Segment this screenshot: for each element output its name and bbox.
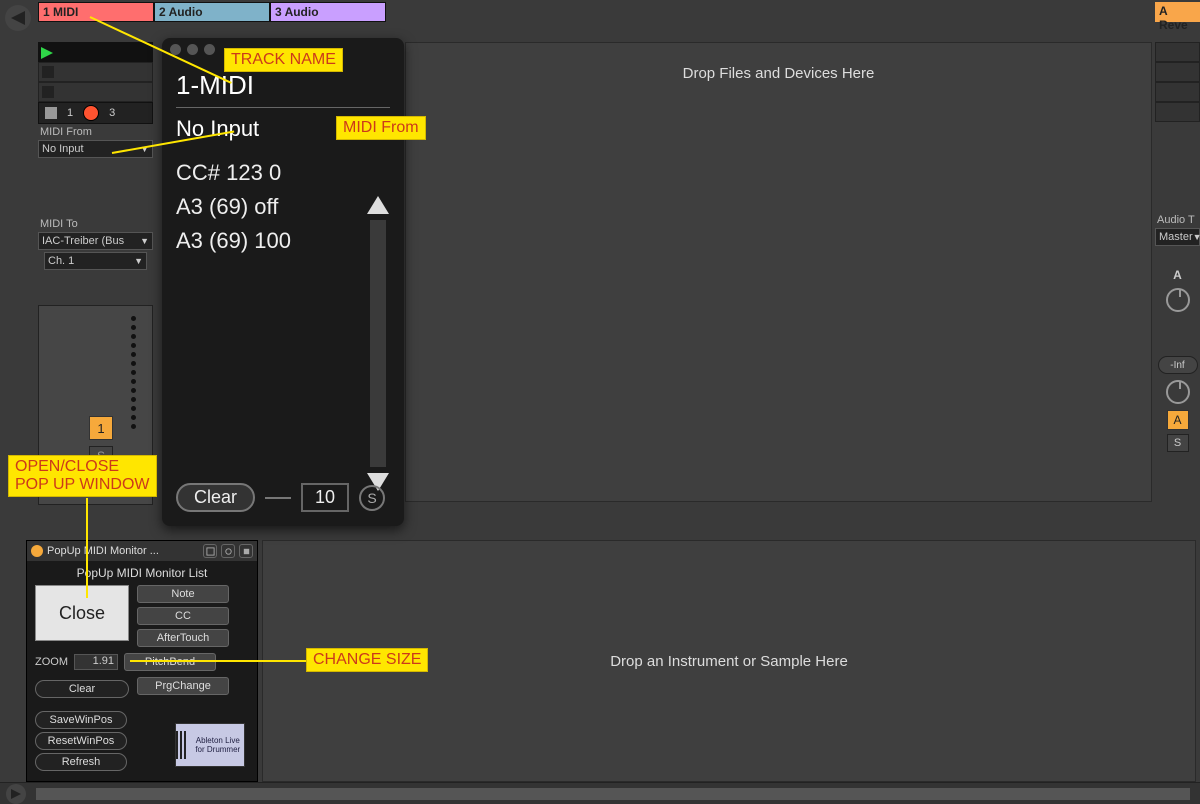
zoom-input[interactable]: 1.91 bbox=[74, 654, 118, 670]
filter-prgchange-button[interactable]: PrgChange bbox=[137, 677, 229, 695]
popup-scrollbar[interactable] bbox=[366, 196, 390, 491]
arrangement-overview[interactable] bbox=[36, 788, 1190, 800]
annotation-midi-from: MIDI From bbox=[336, 116, 426, 140]
device-hot-swap-icon[interactable] bbox=[239, 544, 253, 558]
track-status-left: 1 bbox=[67, 107, 73, 119]
meter-dots bbox=[131, 316, 136, 429]
save-win-pos-button[interactable]: SaveWinPos bbox=[35, 711, 127, 729]
midi-to-label: MIDI To bbox=[38, 216, 153, 232]
device-save-icon[interactable] bbox=[221, 544, 235, 558]
track-tab-2-audio[interactable]: 2 Audio bbox=[154, 2, 270, 22]
audio-to-label: Audio T bbox=[1155, 212, 1200, 228]
filter-pitchbend-button[interactable]: PitchBend bbox=[124, 653, 216, 671]
popup-s-button[interactable]: S bbox=[359, 485, 385, 511]
track-tab-3-audio[interactable]: 3 Audio bbox=[270, 2, 386, 22]
track-activator-button[interactable]: 1 bbox=[89, 416, 113, 440]
popup-clear-button[interactable]: Clear bbox=[176, 483, 255, 512]
send-knob[interactable] bbox=[1166, 288, 1190, 312]
midi-from-label: MIDI From bbox=[38, 124, 153, 140]
filter-cc-button[interactable]: CC bbox=[137, 607, 229, 625]
track-status-row: 1 3 bbox=[38, 102, 153, 124]
return-track-a[interactable]: A Reve bbox=[1155, 2, 1200, 22]
midi-event: A3 (69) 100 bbox=[176, 224, 390, 258]
track-headers: 1 MIDI 2 Audio 3 Audio bbox=[38, 2, 386, 22]
midi-event-list: CC# 123 0 A3 (69) off A3 (69) 100 bbox=[176, 156, 390, 258]
clip-slot[interactable] bbox=[38, 82, 153, 102]
filter-note-button[interactable]: Note bbox=[137, 585, 229, 603]
stop-clip-button[interactable] bbox=[45, 107, 57, 119]
midi-to-dropdown[interactable]: IAC-Treiber (Bus▼ bbox=[38, 232, 153, 250]
audio-to-dropdown[interactable]: Master▼ bbox=[1155, 228, 1200, 246]
session-view-toggle[interactable] bbox=[5, 5, 31, 31]
annotation-open-close: OPEN/CLOSE POP UP WINDOW bbox=[8, 455, 157, 497]
midi-event: CC# 123 0 bbox=[176, 156, 390, 190]
device-subtitle: PopUp MIDI Monitor List bbox=[27, 561, 257, 585]
zoom-label: ZOOM bbox=[35, 656, 68, 668]
arm-record-button[interactable] bbox=[83, 105, 99, 121]
master-track-strip: Audio T Master▼ A -Inf A S bbox=[1155, 42, 1200, 502]
annotation-line bbox=[86, 498, 88, 598]
device-activator[interactable] bbox=[31, 545, 43, 557]
device-header: PopUp MIDI Monitor ... bbox=[27, 541, 257, 561]
drop-files-area[interactable]: Drop Files and Devices Here bbox=[405, 42, 1152, 502]
window-max-dot[interactable] bbox=[204, 44, 215, 55]
filter-aftertouch-button[interactable]: AfterTouch bbox=[137, 629, 229, 647]
reset-win-pos-button[interactable]: ResetWinPos bbox=[35, 732, 127, 750]
window-min-dot[interactable] bbox=[187, 44, 198, 55]
popup-count-input[interactable]: 10 bbox=[301, 483, 349, 512]
scroll-track[interactable] bbox=[370, 220, 386, 467]
device-expand-icon[interactable] bbox=[203, 544, 217, 558]
midi-track-panel: 1 3 MIDI From No Input▼ MIDI To IAC-Trei… bbox=[38, 42, 153, 270]
popup-toggle-button[interactable]: Close bbox=[35, 585, 129, 641]
scroll-up-icon[interactable] bbox=[367, 196, 389, 214]
annotation-track-name: TRACK NAME bbox=[224, 48, 343, 72]
popup-track-name: 1-MIDI bbox=[176, 70, 390, 101]
midi-monitor-popup: 1-MIDI No Input CC# 123 0 A3 (69) off A3… bbox=[162, 38, 404, 526]
refresh-button[interactable]: Refresh bbox=[35, 753, 127, 771]
device-clear-button[interactable]: Clear bbox=[35, 680, 129, 698]
clip-slot[interactable] bbox=[38, 62, 153, 82]
volume-display[interactable]: -Inf bbox=[1158, 356, 1198, 374]
return-solo-button[interactable]: S bbox=[1167, 434, 1189, 452]
track-status-right: 3 bbox=[109, 107, 115, 119]
midi-event: A3 (69) off bbox=[176, 190, 390, 224]
window-close-dot[interactable] bbox=[170, 44, 181, 55]
midi-to-channel-dropdown[interactable]: Ch. 1▼ bbox=[44, 252, 147, 270]
annotation-change-size: CHANGE SIZE bbox=[306, 648, 428, 672]
device-logo: Ableton Live for Drummer bbox=[175, 723, 245, 767]
device-title: PopUp MIDI Monitor ... bbox=[47, 545, 199, 557]
return-a-activator[interactable]: A bbox=[1167, 410, 1189, 430]
clip-slot-play[interactable] bbox=[38, 42, 153, 62]
detail-play-button[interactable] bbox=[6, 784, 26, 804]
pan-knob[interactable] bbox=[1166, 380, 1190, 404]
send-a-label: A bbox=[1155, 268, 1200, 282]
annotation-line bbox=[130, 660, 306, 662]
detail-view-footer bbox=[0, 782, 1200, 804]
